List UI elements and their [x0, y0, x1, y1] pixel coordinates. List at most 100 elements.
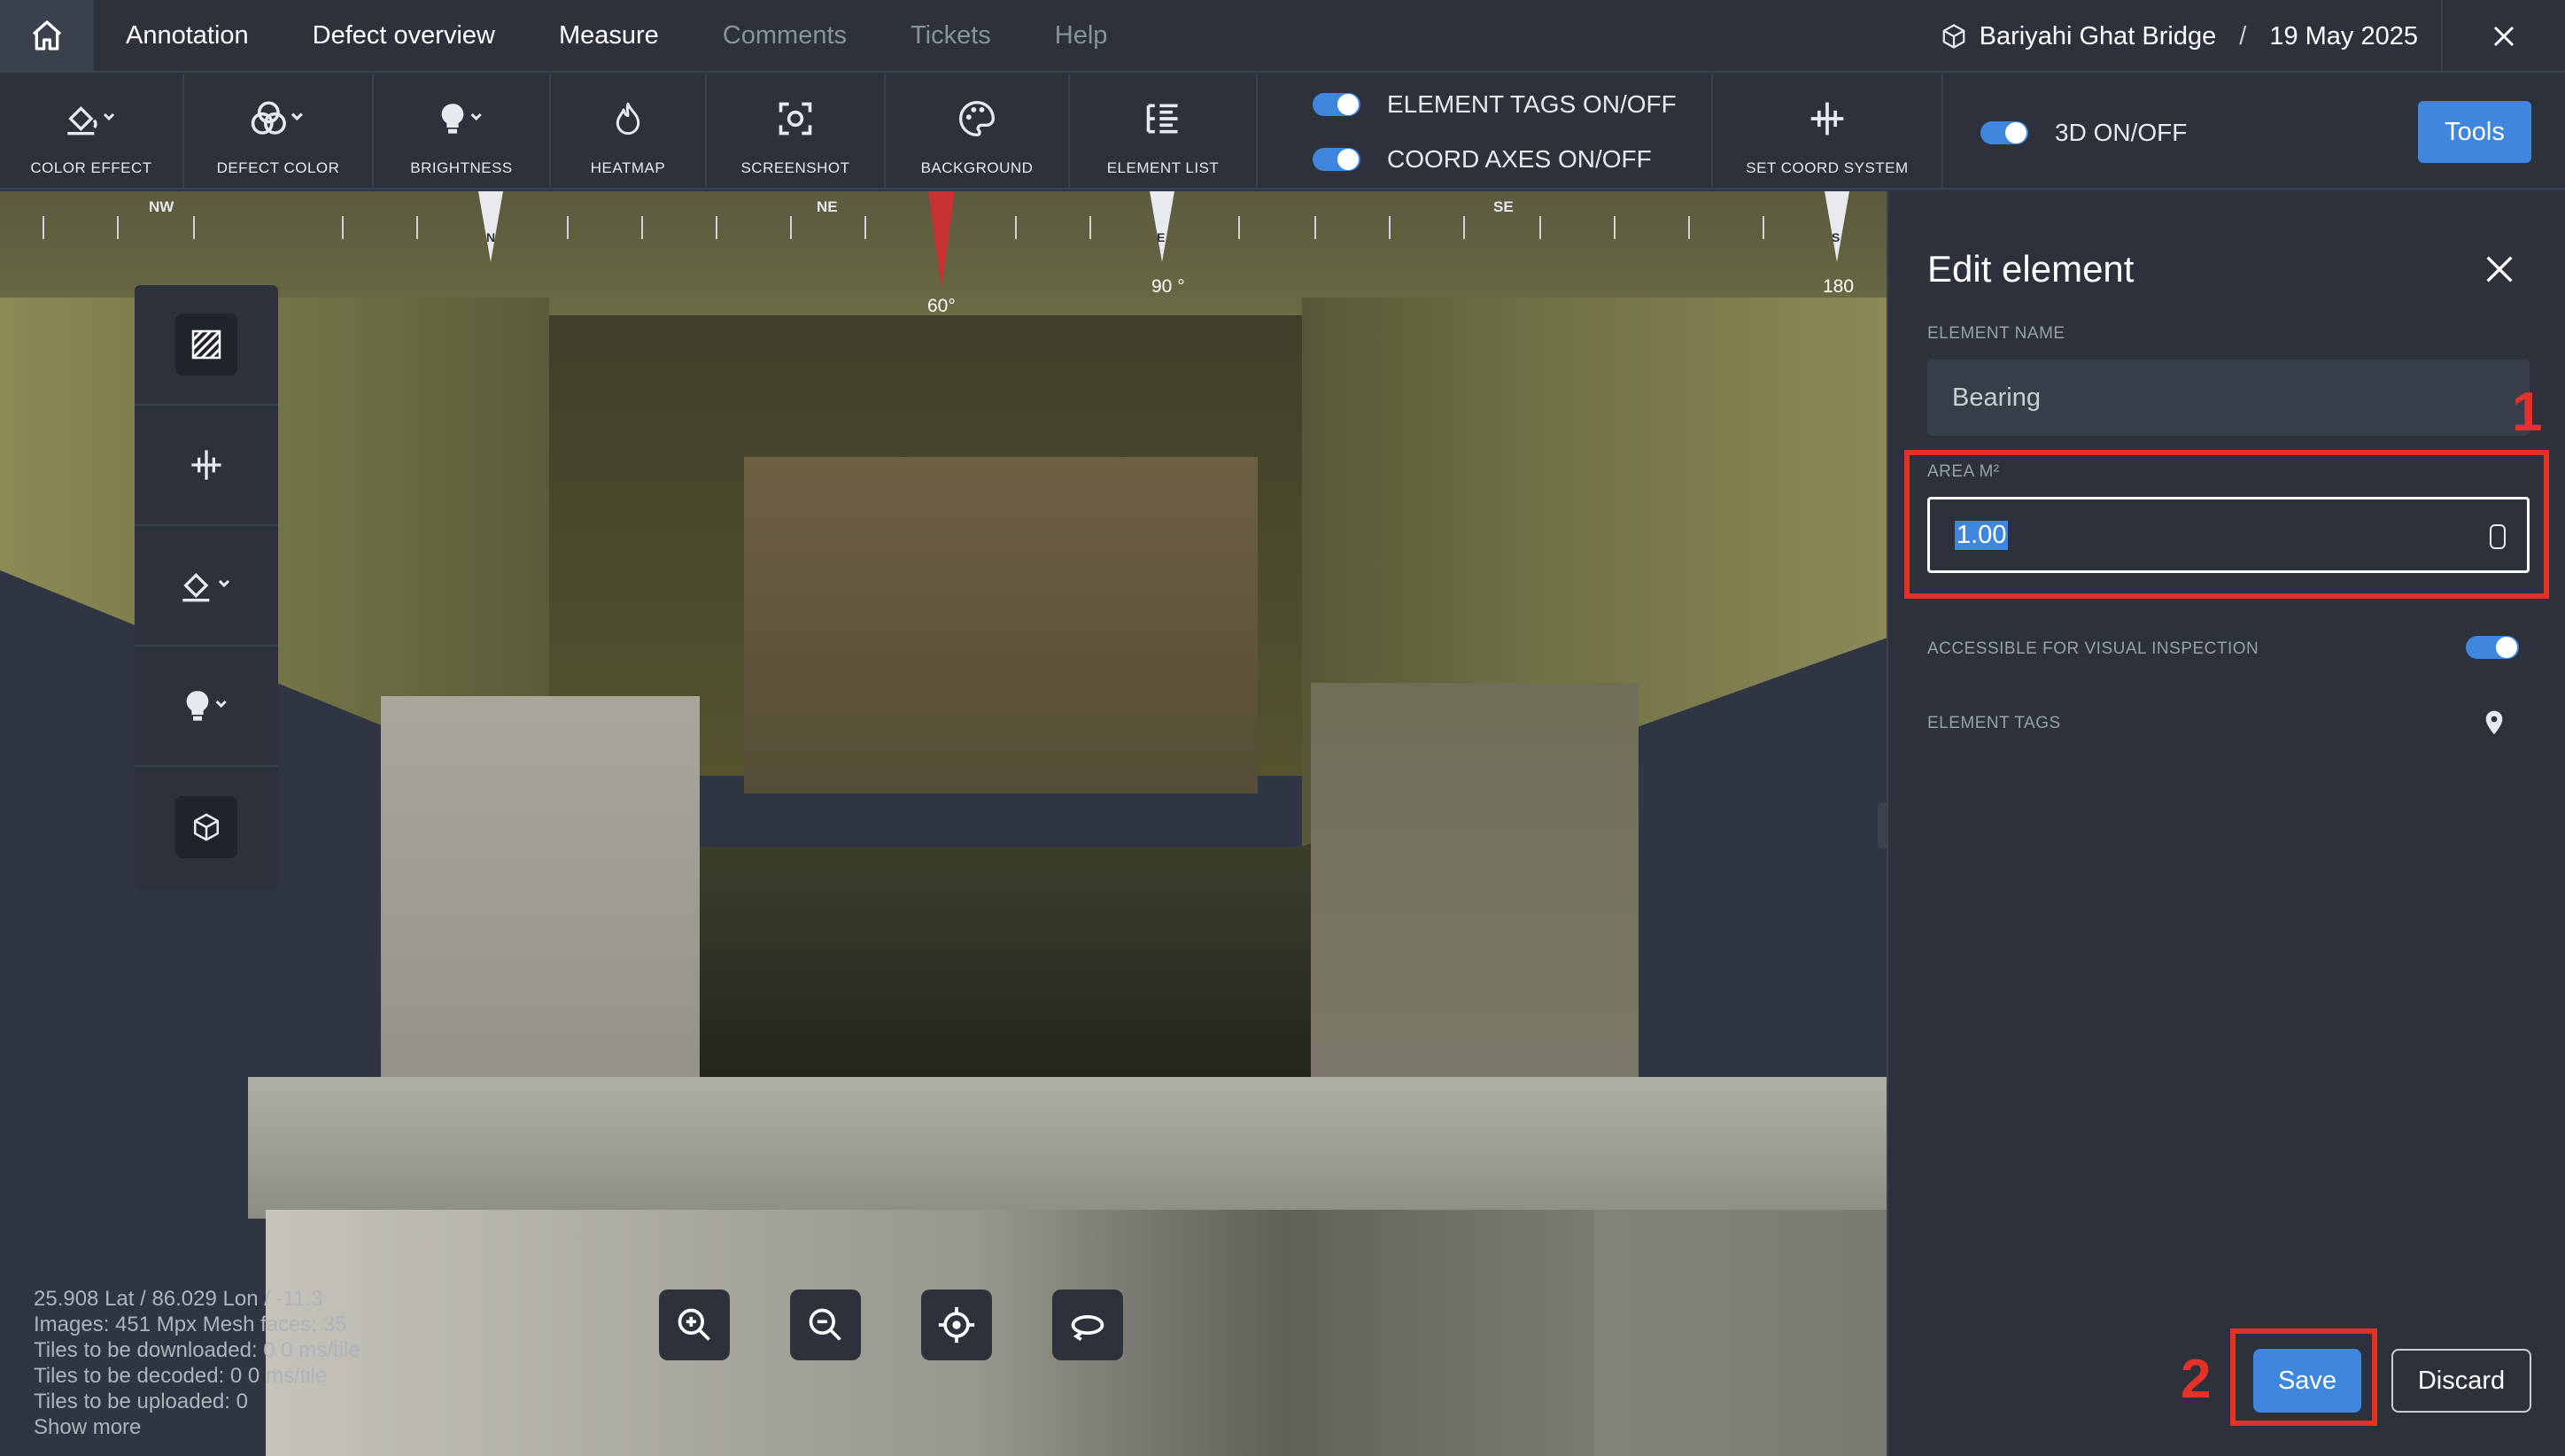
top-nav: Annotation Defect overview Measure Comme…	[0, 0, 2565, 73]
background-button[interactable]: BACKGROUND	[886, 74, 1070, 190]
compass-strip: NW N NE 60° E 90 ° SE S 180	[0, 191, 1887, 316]
project-breadcrumb: Bariyahi Ghat Bridge / 19 May 2025	[1941, 22, 2441, 51]
tab-tickets[interactable]: Tickets	[879, 0, 1023, 72]
zoom-in-button[interactable]	[659, 1289, 730, 1360]
compass-ne: NE	[817, 198, 838, 215]
3d-viewport[interactable]: NW N NE 60° E 90 ° SE S 180 25.908 Lat /…	[0, 191, 1887, 1456]
highlight-box-area	[1904, 450, 2549, 599]
project-date[interactable]: 19 May 2025	[2269, 22, 2418, 51]
coord-axes-button[interactable]	[135, 406, 278, 526]
add-tag-button[interactable]	[2480, 707, 2508, 743]
coord-axes-toggle-label: COORD AXES ON/OFF	[1387, 145, 1652, 173]
south-degrees: 180	[1823, 276, 1855, 297]
hatch-icon	[191, 329, 221, 360]
compass-tick	[342, 216, 344, 239]
defect-color-label: DEFECT COLOR	[216, 159, 340, 176]
compass-tick	[43, 216, 44, 239]
tab-defect-overview[interactable]: Defect overview	[281, 0, 527, 72]
panel-title: Edit element	[1927, 248, 2135, 290]
tools-button[interactable]: Tools	[2418, 101, 2531, 163]
heatmap-label: HEATMAP	[590, 159, 666, 176]
edit-element-panel: Edit element ELEMENT NAME Bearing AREA M…	[1887, 191, 2565, 1456]
list-tree-icon	[1146, 104, 1178, 134]
compass-n: N	[486, 230, 496, 244]
tab-annotation[interactable]: Annotation	[94, 0, 281, 72]
compass-s: S	[1832, 230, 1840, 244]
lightbulb-icon	[186, 691, 227, 721]
pier-cap	[248, 1077, 1887, 1219]
element-tags-toggle-row[interactable]: ELEMENT TAGS ON/OFF	[1313, 90, 1677, 119]
close-viewer-button[interactable]	[2441, 0, 2565, 73]
tab-comments[interactable]: Comments	[691, 0, 879, 72]
bearing-gap	[673, 847, 1311, 1077]
step-number-1: 1	[2512, 382, 2543, 443]
compass-s-marker	[1825, 191, 1849, 262]
compass-tick	[790, 216, 792, 239]
compass-e: E	[1157, 230, 1166, 244]
element-tags-toggle[interactable]	[1313, 93, 1360, 116]
coord-axes-toggle-row[interactable]: COORD AXES ON/OFF	[1313, 145, 1652, 174]
compass-tick	[1238, 216, 1240, 239]
brightness-button[interactable]: BRIGHTNESS	[374, 74, 551, 190]
tab-measure[interactable]: Measure	[527, 0, 691, 72]
show-more-link[interactable]: Show more	[34, 1414, 360, 1440]
element-name-label: ELEMENT NAME	[1927, 324, 2065, 343]
defect-color-button[interactable]: DEFECT COLOR	[184, 74, 374, 190]
compass-tick	[1614, 216, 1616, 239]
3d-toggle-label: 3D ON/OFF	[2055, 119, 2188, 146]
lightbulb-icon	[441, 104, 482, 134]
flame-icon	[616, 102, 640, 136]
compass-tick	[1389, 216, 1391, 239]
3d-toggle-row[interactable]: 3D ON/OFF	[1980, 119, 2187, 147]
zoom-in-icon	[678, 1308, 710, 1341]
home-button[interactable]	[0, 0, 94, 72]
screenshot-button[interactable]: SCREENSHOT	[707, 74, 886, 190]
set-coord-system-button[interactable]: SET COORD SYSTEM	[1713, 74, 1943, 190]
heatmap-button[interactable]: HEATMAP	[551, 74, 707, 190]
project-name[interactable]: Bariyahi Ghat Bridge	[1980, 22, 2217, 51]
element-tags-label: ELEMENT TAGS	[1927, 714, 2061, 732]
compass-tick	[193, 216, 195, 239]
zoom-out-button[interactable]	[790, 1289, 861, 1360]
compass-tick	[1688, 216, 1690, 239]
orbit-button[interactable]	[1052, 1289, 1123, 1360]
compass-tick	[716, 216, 717, 239]
compass-tick	[1763, 216, 1764, 239]
compass-tick	[1015, 216, 1017, 239]
coord-axes-toggle[interactable]	[1313, 148, 1360, 171]
color-effect-mini-button[interactable]	[135, 526, 278, 647]
zoom-out-icon	[809, 1308, 841, 1341]
paint-bucket-icon	[182, 572, 230, 602]
3d-toggle[interactable]	[1980, 121, 2028, 144]
compass-se: SE	[1493, 198, 1514, 215]
close-icon	[2486, 256, 2513, 283]
panel-close-button[interactable]	[2482, 252, 2517, 287]
color-circles-icon	[251, 101, 303, 135]
east-degrees: 90 °	[1151, 276, 1185, 297]
brightness-mini-button[interactable]	[135, 647, 278, 767]
axes-icon	[1810, 102, 1844, 136]
paint-bucket-icon	[67, 105, 115, 136]
compass-tick	[864, 216, 866, 239]
cube-icon	[1942, 24, 1965, 49]
texture-toggle-button[interactable]	[135, 285, 278, 406]
element-list-button[interactable]: ELEMENT LIST	[1070, 74, 1258, 190]
3d-view-button[interactable]	[135, 767, 278, 887]
compass-tick	[1463, 216, 1465, 239]
screenshot-icon	[779, 102, 812, 136]
brightness-label: BRIGHTNESS	[410, 159, 513, 176]
tab-help[interactable]: Help	[1023, 0, 1140, 72]
recenter-button[interactable]	[921, 1289, 992, 1360]
background-label: BACKGROUND	[920, 159, 1034, 176]
compass-tick	[1314, 216, 1316, 239]
discard-button[interactable]: Discard	[2391, 1349, 2531, 1413]
element-name-input[interactable]: Bearing	[1927, 360, 2530, 436]
view-mini-toolbar	[135, 285, 278, 889]
color-effect-button[interactable]: COLOR EFFECT	[0, 74, 184, 190]
accessible-toggle[interactable]	[2466, 636, 2519, 659]
palette-icon	[959, 101, 995, 136]
crosshair-icon	[938, 1306, 975, 1344]
heading-needle	[928, 191, 955, 289]
element-name-value: Bearing	[1952, 383, 2041, 412]
compass-tick	[641, 216, 643, 239]
